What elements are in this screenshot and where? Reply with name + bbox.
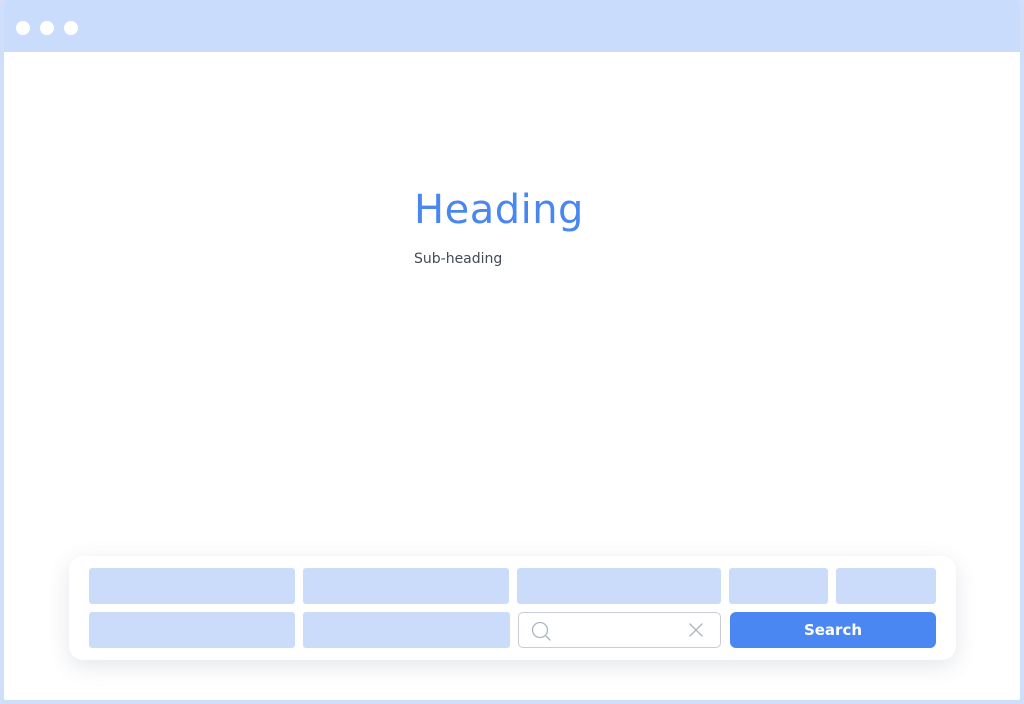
filter-field-placeholder[interactable]	[303, 612, 510, 648]
filter-field-placeholder[interactable]	[303, 568, 509, 604]
filter-field-placeholder[interactable]	[517, 568, 721, 604]
window-maximize-dot[interactable]	[64, 21, 78, 35]
title-bar	[4, 0, 1020, 52]
search-field[interactable]	[518, 612, 721, 648]
search-panel: Search	[69, 556, 956, 660]
filter-field-placeholder[interactable]	[89, 568, 295, 604]
search-icon	[531, 621, 551, 641]
search-input[interactable]	[559, 619, 683, 643]
filter-field-placeholder[interactable]	[836, 568, 936, 604]
filter-field-placeholder[interactable]	[729, 568, 828, 604]
window-close-dot[interactable]	[16, 21, 30, 35]
page-heading: Heading	[414, 187, 584, 233]
close-icon[interactable]	[689, 623, 703, 637]
search-button[interactable]: Search	[730, 612, 936, 648]
filter-field-placeholder[interactable]	[89, 612, 295, 648]
browser-window: Heading Sub-heading Search	[0, 0, 1024, 704]
window-minimize-dot[interactable]	[40, 21, 54, 35]
page-subheading: Sub-heading	[414, 251, 503, 267]
